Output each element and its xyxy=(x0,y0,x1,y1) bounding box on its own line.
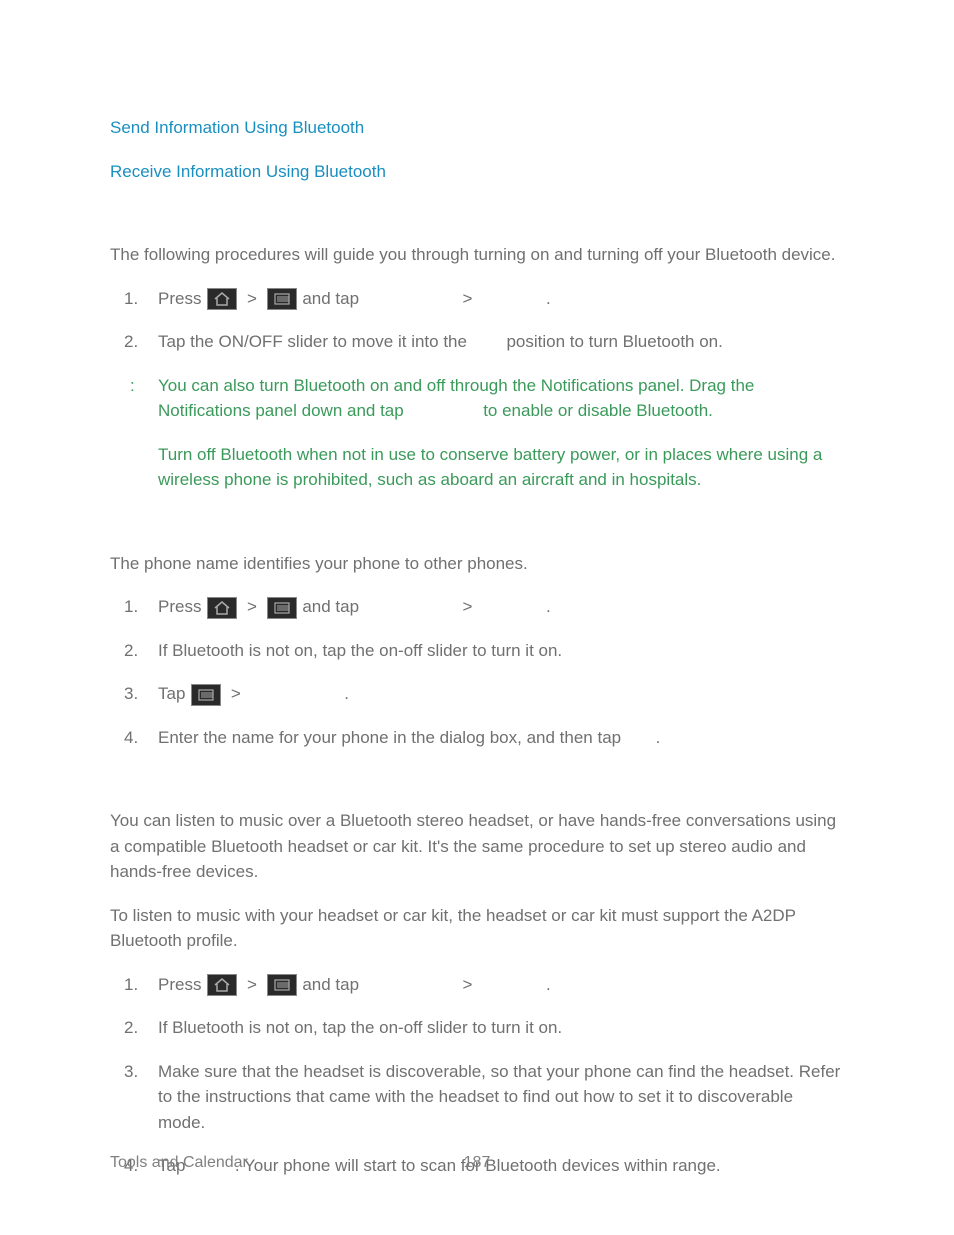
note-block: : You can also turn Bluetooth on and off… xyxy=(110,373,844,424)
section1-intro: The following procedures will guide you … xyxy=(110,242,844,268)
link-send-bluetooth[interactable]: Send Information Using Bluetooth xyxy=(110,115,844,141)
note-marker: : xyxy=(130,373,135,399)
step-number: 1. xyxy=(124,972,138,998)
step-text: Tap xyxy=(158,684,185,703)
list-item: 3. Tap > . xyxy=(158,681,844,707)
section1-steps: 1. Press > and tap > . 2. Tap the ON/OFF… xyxy=(110,286,844,355)
step-number: 4. xyxy=(124,725,138,751)
chevron-text: > xyxy=(247,286,257,312)
chevron-text: > xyxy=(247,972,257,998)
step-text: . xyxy=(546,975,551,994)
step-text: and tap xyxy=(302,597,359,616)
step-number: 1. xyxy=(124,594,138,620)
step-text: position to turn Bluetooth on. xyxy=(506,332,722,351)
step-text: and tap xyxy=(302,289,359,308)
menu-icon xyxy=(267,974,297,996)
step-number: 2. xyxy=(124,1015,138,1041)
step-text: If Bluetooth is not on, tap the on-off s… xyxy=(158,1018,562,1037)
step-text: and tap xyxy=(302,975,359,994)
list-item: 2. Tap the ON/OFF slider to move it into… xyxy=(158,329,844,355)
home-icon xyxy=(207,288,237,310)
list-item: 2. If Bluetooth is not on, tap the on-of… xyxy=(158,638,844,664)
step-text: . xyxy=(546,597,551,616)
step-text: . xyxy=(656,728,661,747)
section3-intro2: To listen to music with your headset or … xyxy=(110,903,844,954)
link-receive-bluetooth[interactable]: Receive Information Using Bluetooth xyxy=(110,159,844,185)
step-text: Enter the name for your phone in the dia… xyxy=(158,728,621,747)
menu-icon xyxy=(267,597,297,619)
section2-steps: 1. Press > and tap > . 2. If Bluetooth i… xyxy=(110,594,844,750)
list-item: 3. Make sure that the headset is discove… xyxy=(158,1059,844,1136)
step-text: Press xyxy=(158,289,201,308)
step-number: 1. xyxy=(124,286,138,312)
list-item: 1. Press > and tap > . xyxy=(158,286,844,312)
page-footer: Tools and Calendar 187 xyxy=(110,1151,844,1175)
chevron-text: > xyxy=(247,594,257,620)
step-text: Press xyxy=(158,975,201,994)
step-text: If Bluetooth is not on, tap the on-off s… xyxy=(158,641,562,660)
chevron-text: > xyxy=(231,681,241,707)
step-text: . xyxy=(344,684,349,703)
step-number: 3. xyxy=(124,1059,138,1085)
list-item: 1. Press > and tap > . xyxy=(158,594,844,620)
note-block: Turn off Bluetooth when not in use to co… xyxy=(110,442,844,493)
footer-section: Tools and Calendar xyxy=(110,1154,248,1171)
step-text: Press xyxy=(158,597,201,616)
menu-icon xyxy=(267,288,297,310)
chevron-text: > xyxy=(463,286,473,312)
home-icon xyxy=(207,974,237,996)
note-text: to enable or disable Bluetooth. xyxy=(483,401,713,420)
chevron-text: > xyxy=(463,594,473,620)
home-icon xyxy=(207,597,237,619)
section2-intro: The phone name identifies your phone to … xyxy=(110,551,844,577)
step-text: . xyxy=(546,289,551,308)
list-item: 2. If Bluetooth is not on, tap the on-of… xyxy=(158,1015,844,1041)
list-item: 1. Press > and tap > . xyxy=(158,972,844,998)
step-text: Tap the ON/OFF slider to move it into th… xyxy=(158,332,467,351)
note-text: Turn off Bluetooth when not in use to co… xyxy=(158,445,822,490)
step-number: 2. xyxy=(124,329,138,355)
list-item: 4. Enter the name for your phone in the … xyxy=(158,725,844,751)
step-number: 3. xyxy=(124,681,138,707)
step-number: 2. xyxy=(124,638,138,664)
step-text: Make sure that the headset is discoverab… xyxy=(158,1062,840,1132)
footer-page-number: 187 xyxy=(464,1151,491,1175)
menu-icon xyxy=(191,684,221,706)
section3-intro1: You can listen to music over a Bluetooth… xyxy=(110,808,844,885)
chevron-text: > xyxy=(463,972,473,998)
section3-steps: 1. Press > and tap > . 2. If Bluetooth i… xyxy=(110,972,844,1179)
